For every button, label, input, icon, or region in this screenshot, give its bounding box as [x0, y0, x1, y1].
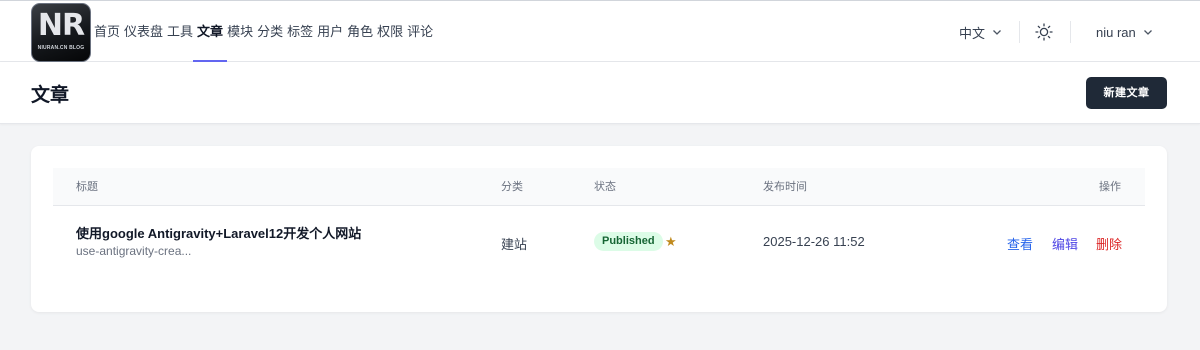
user-name: niu ran — [1096, 24, 1136, 40]
nav-item-roles[interactable]: 角色 — [347, 1, 377, 63]
nav-item-home[interactable]: 首页 — [94, 1, 124, 63]
chevron-down-icon — [993, 30, 1001, 35]
theme-toggle[interactable] — [1034, 22, 1054, 42]
status-badge: Published — [594, 232, 663, 251]
column-header-published-at: 发布时间 — [763, 181, 807, 193]
page-header: 文章 新建文章 — [0, 62, 1200, 124]
edit-link[interactable]: 编辑 — [1052, 234, 1078, 253]
table-header: 标题 分类 状态 发布时间 操作 — [53, 168, 1145, 206]
nav-item-articles[interactable]: 文章 — [193, 1, 228, 63]
table-row: 使用google Antigravity+Laravel12开发个人网站 use… — [53, 207, 1145, 279]
delete-link[interactable]: 删除 — [1096, 234, 1122, 253]
language-switcher[interactable]: 中文 — [959, 21, 1003, 43]
logo-subtitle: NIURAN.CN BLOG — [37, 45, 85, 51]
sun-icon — [1035, 23, 1053, 41]
chevron-down-icon — [1143, 30, 1152, 35]
language-label: 中文 — [959, 25, 986, 41]
article-slug: use-antigravity-crea... — [76, 244, 192, 258]
page-title: 文章 — [31, 85, 70, 106]
column-header-actions: 操作 — [1099, 181, 1121, 193]
article-published-at: 2025-12-26 11:52 — [763, 234, 865, 249]
nav-item-comments[interactable]: 评论 — [407, 1, 437, 63]
header-divider — [1070, 21, 1071, 43]
article-title[interactable]: 使用google Antigravity+Laravel12开发个人网站 — [76, 223, 361, 242]
new-article-button[interactable]: 新建文章 — [1086, 77, 1167, 109]
nav-item-dashboard[interactable]: 仪表盘 — [124, 1, 167, 63]
nav-item-tags[interactable]: 标签 — [287, 1, 317, 63]
article-category: 建站 — [501, 237, 528, 252]
column-header-status: 状态 — [594, 181, 616, 193]
star-icon: ★ — [665, 234, 677, 249]
view-link[interactable]: 查看 — [1007, 234, 1033, 253]
nav-item-modules[interactable]: 模块 — [227, 1, 257, 63]
articles-card: 标题 分类 状态 发布时间 操作 使用google Antigravity+La… — [31, 146, 1167, 312]
column-header-title: 标题 — [76, 181, 98, 193]
top-navbar: NR NIURAN.CN BLOG 首页 仪表盘 工具 文章 模块 分类 标签 … — [0, 0, 1200, 62]
nav-item-categories[interactable]: 分类 — [257, 1, 287, 63]
user-menu[interactable]: niu ran — [1096, 21, 1154, 43]
main-nav: 首页 仪表盘 工具 文章 模块 分类 标签 用户 角色 权限 评论 — [94, 1, 437, 63]
nav-item-permissions[interactable]: 权限 — [377, 1, 407, 63]
nav-item-users[interactable]: 用户 — [317, 1, 347, 63]
site-logo[interactable]: NR NIURAN.CN BLOG — [31, 3, 91, 62]
nav-item-tools[interactable]: 工具 — [167, 1, 197, 63]
logo-mark: NR — [37, 8, 85, 43]
header-divider — [1019, 21, 1020, 43]
column-header-category: 分类 — [501, 181, 523, 193]
